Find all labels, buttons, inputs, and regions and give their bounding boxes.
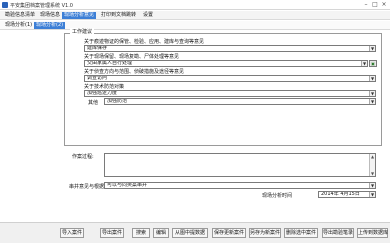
tab-scene-analysis-1[interactable]: 现场分析(1) [3, 22, 34, 29]
scene-preservation-value: 交由家属人自行处理 [87, 60, 133, 66]
save-update-case-button[interactable]: 保存更新案件 [212, 228, 246, 238]
save-as-new-case-button[interactable]: 另存为新案件 [249, 228, 281, 238]
scene-preservation-label: 关于现场保留、现场复勘、尸体处理等意见 [84, 54, 180, 60]
chevron-down-icon[interactable]: ▼ [361, 61, 367, 66]
extract-from-image-button[interactable]: 从图中提数据 [172, 228, 208, 238]
calendar-dropdown-icon[interactable]: ▼ [369, 192, 375, 197]
chevron-down-icon[interactable]: ▼ [369, 183, 375, 188]
analysis-date-value: 2014年 4月15日 [321, 191, 360, 197]
prevention-value: 加强巡逻力度 [87, 90, 118, 96]
export-case-button[interactable]: 导出案件 [100, 228, 124, 238]
menu-item-scene-analysis[interactable]: 现场分析意见 [62, 12, 97, 19]
reason-select[interactable]: 可以与同类案串并 ▼ [104, 182, 376, 189]
chevron-down-icon[interactable]: ▼ [369, 91, 375, 96]
other-value: 加强防范 [107, 98, 128, 104]
minimize-button[interactable]: – [362, 1, 370, 9]
investigation-direction-value: 调查访问 [87, 75, 108, 81]
reason-label: 串并意见与根据: [69, 184, 106, 190]
menu-item-scene-info[interactable]: 现场信息 [38, 12, 62, 19]
chevron-down-icon[interactable]: ▼ [369, 76, 375, 81]
edit-button[interactable]: 编辑 [153, 228, 169, 238]
menu-item-inspection-list[interactable]: 勘验信息清单 [3, 12, 37, 19]
investigation-direction-select[interactable]: 调查访问 ▼ [84, 75, 376, 82]
chevron-down-icon[interactable]: ▼ [369, 99, 375, 104]
evidence-handling-select[interactable]: 建库保存 ▼ [84, 45, 376, 52]
maximize-button[interactable]: □ [371, 1, 379, 9]
export-record-button[interactable]: 导出勘验笔录 [322, 228, 354, 238]
menu-item-settings[interactable]: 设置 [141, 12, 155, 19]
upload-to-database-button[interactable]: 上传到数据库 [357, 228, 388, 238]
menu-bar: 勘验信息清单 现场信息 现场分析意见 打印到文档跳转 设置 [0, 11, 390, 20]
analysis-date-picker[interactable]: 2014年 4月15日 ▼ [318, 191, 376, 198]
window-title: 平安集团档案管理系统 V1.0 [10, 3, 73, 9]
analysis-date-label: 现场分析时间 [262, 193, 293, 199]
process-scrollbar[interactable]: ▲ ▼ [369, 154, 375, 176]
delete-selected-case-button[interactable]: 删除选中案件 [284, 228, 318, 238]
pick-icon[interactable]: ▣ [369, 60, 377, 67]
prevention-label: 关于技术防范对策 [84, 84, 125, 90]
search-button[interactable]: 搜索 [132, 228, 150, 238]
scroll-down-icon[interactable]: ▼ [370, 171, 375, 176]
evidence-handling-label: 关于痕迹物证的保管、检验、应用、建库与查询等意见 [84, 39, 205, 45]
bottom-toolbar: 导入案件 导出案件 搜索 编辑 从图中提数据 保存更新案件 另存为新案件 删除选… [0, 222, 390, 243]
tab-scene-analysis-2[interactable]: 现场分析(2) [34, 22, 66, 29]
menu-item-print-jump[interactable]: 打印到文档跳转 [99, 12, 138, 19]
import-case-button[interactable]: 导入案件 [60, 228, 84, 238]
close-button[interactable]: × [380, 1, 388, 9]
investigation-direction-label: 关于侦查方向与范围、侦破措施及途径等意见 [84, 69, 185, 75]
group-title: 工作建议 [70, 28, 95, 35]
title-bar: 平安集团档案管理系统 V1.0 – □ × [0, 0, 390, 10]
app-icon [2, 2, 8, 8]
process-textarea[interactable]: ▲ ▼ [104, 153, 376, 177]
evidence-handling-value: 建库保存 [87, 45, 108, 51]
scroll-up-icon[interactable]: ▲ [370, 154, 375, 159]
scene-preservation-select[interactable]: 交由家属人自行处理 ▼ [84, 60, 368, 67]
reason-value: 可以与同类案串并 [107, 182, 148, 188]
other-label: 其他 [88, 100, 99, 106]
process-label: 作案过程: [72, 154, 94, 160]
prevention-select[interactable]: 加强巡逻力度 ▼ [84, 90, 376, 97]
other-select[interactable]: 加强防范 ▼ [104, 98, 376, 105]
tab-bar: 现场分析(1) 现场分析(2) [0, 21, 390, 30]
chevron-down-icon[interactable]: ▼ [369, 46, 375, 51]
